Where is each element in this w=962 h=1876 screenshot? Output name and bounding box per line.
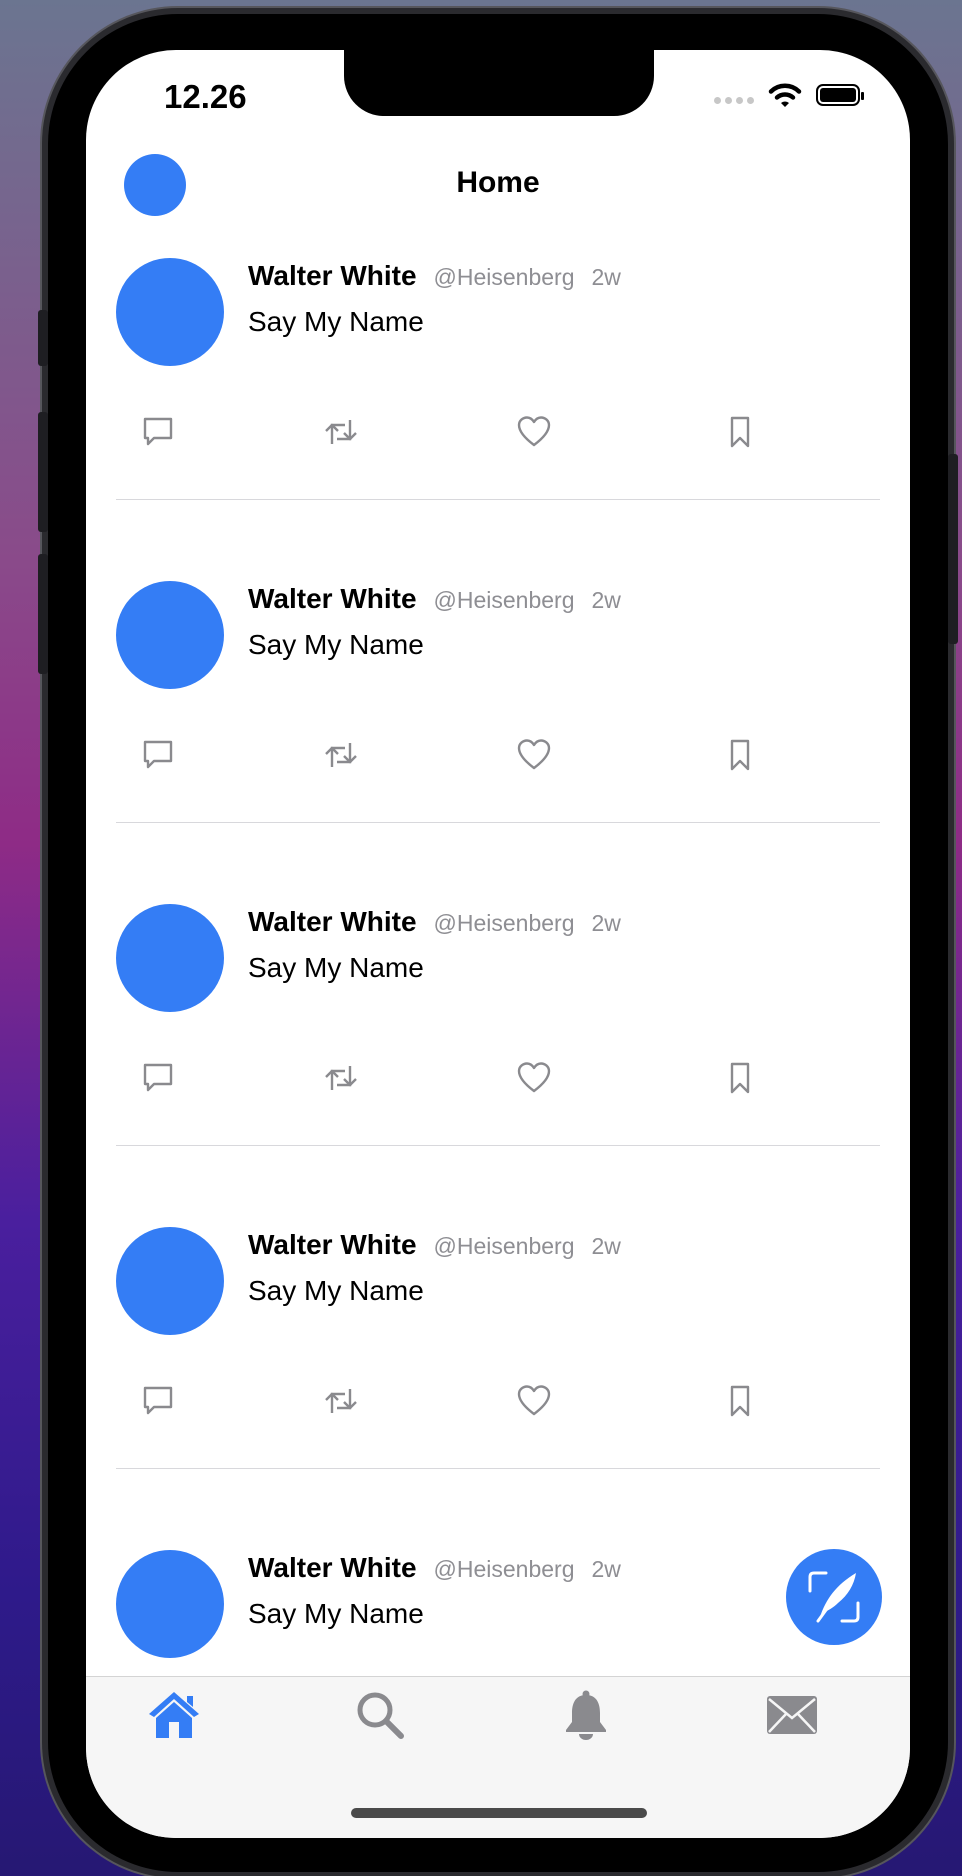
tweet-cell[interactable]: Walter White @Heisenberg 2w Say My Name <box>86 882 910 1205</box>
tweet-actions <box>116 412 880 452</box>
tab-search[interactable] <box>350 1687 410 1743</box>
retweet-icon <box>325 1389 357 1413</box>
tweet-timestamp: 2w <box>591 910 621 936</box>
envelope-icon <box>767 1696 817 1734</box>
comment-button[interactable] <box>138 412 178 452</box>
like-button[interactable] <box>514 1058 554 1098</box>
home-indicator[interactable] <box>351 1808 647 1818</box>
tweet-text: Say My Name <box>248 1275 424 1306</box>
tweet-author-handle: @Heisenberg <box>433 264 575 290</box>
like-button[interactable] <box>514 1381 554 1421</box>
tab-home[interactable] <box>144 1687 204 1743</box>
house-icon <box>149 1692 199 1738</box>
retweet-button[interactable] <box>321 1058 361 1098</box>
bookmark-button[interactable] <box>720 1381 760 1421</box>
retweet-button[interactable] <box>321 412 361 452</box>
bell-icon <box>566 1690 606 1740</box>
tweet-avatar[interactable] <box>116 904 224 1012</box>
nav-bar: Home <box>86 148 910 236</box>
signal-icon <box>714 96 754 104</box>
tweet-timestamp: 2w <box>591 587 621 613</box>
tweet-timestamp: 2w <box>591 1233 621 1259</box>
comment-button[interactable] <box>138 1058 178 1098</box>
comment-icon <box>143 417 173 446</box>
tweet-author-name: Walter White <box>248 583 417 614</box>
tweet-author-handle: @Heisenberg <box>433 910 575 936</box>
bookmark-button[interactable] <box>720 1058 760 1098</box>
tweet-cell[interactable]: Walter White @Heisenberg 2w Say My Name <box>86 1205 910 1528</box>
tweet-timestamp: 2w <box>591 1556 621 1582</box>
tweet-cell[interactable]: Walter White @Heisenberg 2w Say My Name <box>86 559 910 882</box>
wifi-icon <box>768 83 802 107</box>
bookmark-icon <box>730 739 750 771</box>
tweet-avatar[interactable] <box>116 258 224 366</box>
tweet-author-name: Walter White <box>248 1552 417 1583</box>
tweet-timestamp: 2w <box>591 264 621 290</box>
tweet-author-handle: @Heisenberg <box>433 587 575 613</box>
notch <box>344 50 654 116</box>
like-icon <box>517 1385 551 1416</box>
battery-icon <box>816 84 864 106</box>
divider <box>116 822 880 823</box>
like-button[interactable] <box>514 412 554 452</box>
volume-up-button <box>38 412 48 532</box>
tweet-avatar[interactable] <box>116 581 224 689</box>
mute-switch <box>38 310 48 366</box>
divider <box>116 499 880 500</box>
tweet-avatar[interactable] <box>116 1550 224 1658</box>
app-screen: 12.26 Home Walter White @Heisenberg 2w S… <box>86 50 910 1838</box>
comment-button[interactable] <box>138 1381 178 1421</box>
tweet-author-handle: @Heisenberg <box>433 1233 575 1259</box>
comment-icon <box>143 1386 173 1415</box>
tab-messages[interactable] <box>762 1687 822 1743</box>
tweet-author-handle: @Heisenberg <box>433 1556 575 1582</box>
like-icon <box>517 416 551 447</box>
power-button <box>948 454 958 644</box>
tweet-text: Say My Name <box>248 1598 424 1629</box>
bookmark-button[interactable] <box>720 735 760 775</box>
status-icons <box>714 82 864 108</box>
retweet-button[interactable] <box>321 735 361 775</box>
like-icon <box>517 739 551 770</box>
tweet-cell[interactable]: Walter White @Heisenberg 2w Say My Name <box>86 236 910 559</box>
divider <box>116 1468 880 1469</box>
like-button[interactable] <box>514 735 554 775</box>
tweet-text: Say My Name <box>248 952 424 983</box>
feather-compose-icon <box>808 1571 860 1623</box>
tweet-author-name: Walter White <box>248 906 417 937</box>
tweet-author-name: Walter White <box>248 260 417 291</box>
tweet-actions <box>116 735 880 775</box>
retweet-icon <box>325 1066 357 1090</box>
retweet-button[interactable] <box>321 1381 361 1421</box>
comment-button[interactable] <box>138 735 178 775</box>
tweet-text: Say My Name <box>248 306 424 337</box>
like-icon <box>517 1062 551 1093</box>
bookmark-icon <box>730 416 750 448</box>
bookmark-button[interactable] <box>720 412 760 452</box>
tweet-actions <box>116 1058 880 1098</box>
retweet-icon <box>325 743 357 767</box>
bookmark-icon <box>730 1385 750 1417</box>
tweet-author-name: Walter White <box>248 1229 417 1260</box>
tweet-feed[interactable]: Walter White @Heisenberg 2w Say My Name <box>86 236 910 1676</box>
page-title: Home <box>456 166 540 199</box>
divider <box>116 1145 880 1146</box>
tweet-avatar[interactable] <box>116 1227 224 1335</box>
magnifying-glass-icon <box>357 1692 404 1739</box>
comment-icon <box>143 1063 173 1092</box>
retweet-icon <box>325 420 357 444</box>
tab-notifications[interactable] <box>556 1687 616 1743</box>
bookmark-icon <box>730 1062 750 1094</box>
compose-tweet-button[interactable] <box>786 1549 882 1645</box>
status-time: 12.26 <box>164 78 247 115</box>
tweet-text: Say My Name <box>248 629 424 660</box>
tweet-actions <box>116 1381 880 1421</box>
comment-icon <box>143 740 173 769</box>
volume-down-button <box>38 554 48 674</box>
